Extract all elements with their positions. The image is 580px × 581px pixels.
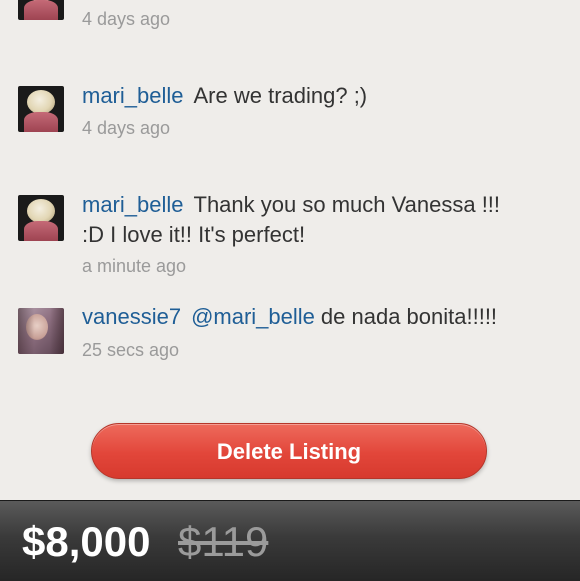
comment-username[interactable]: vanessie7 [82,304,181,329]
comment-timestamp: 4 days ago [82,118,171,138]
user-avatar[interactable] [18,86,64,132]
comment-text: vanessie7 @mari_belle de nada bonita!!!!! [82,302,522,332]
comment-username[interactable]: mari_belle [82,192,184,217]
user-avatar[interactable] [18,195,64,241]
user-avatar[interactable] [18,308,64,354]
comment-timestamp: a minute ago [82,256,187,276]
user-avatar[interactable] [18,0,64,20]
comment-message: Are we trading? ;) [193,83,368,108]
comment-message: de nada bonita!!!!! [320,304,498,329]
original-price: $119 [178,518,269,565]
comment-timestamp: 4 days ago [82,9,171,29]
delete-listing-button[interactable]: Delete Listing [91,423,487,479]
comment-timestamp: 25 secs ago [82,340,180,360]
current-price: $8,000 [22,518,151,565]
comment-mention[interactable]: @mari_belle [191,304,315,329]
price-bar: $8,000 $119 [0,500,580,581]
comment-text: mari_belle Thank you so much Vanessa !!! … [82,190,522,250]
comment-text: mari_belle Are we trading? ;) [82,81,522,111]
comment-username[interactable]: mari_belle [82,83,184,108]
